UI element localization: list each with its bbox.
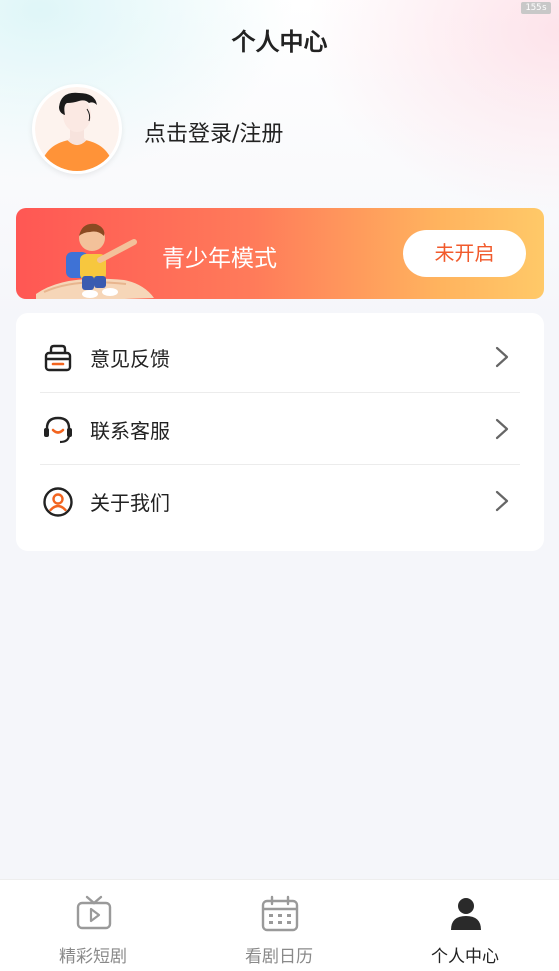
menu-item-contact-service[interactable]: 联系客服 (16, 393, 544, 465)
teen-mode-status-button[interactable]: 未开启 (403, 230, 526, 277)
menu-item-about-us[interactable]: 关于我们 (16, 465, 544, 537)
menu-card: 意见反馈 联系客服 关于我们 (16, 313, 544, 551)
tab-label: 精彩短剧 (59, 947, 127, 967)
chevron-right-icon (495, 418, 509, 440)
menu-item-label: 联系客服 (90, 419, 170, 443)
tab-drama-calendar[interactable]: 看剧日历 (186, 880, 372, 971)
tab-label: 个人中心 (431, 947, 499, 967)
menu-item-label: 意见反馈 (90, 347, 170, 371)
tab-short-drama[interactable]: 精彩短剧 (0, 880, 186, 971)
bottom-tab-bar: 精彩短剧 看剧日历 个人中心 (0, 879, 559, 971)
headset-icon (44, 416, 72, 444)
about-user-icon (43, 487, 73, 517)
teen-mode-banner[interactable]: 青少年模式 未开启 (16, 208, 544, 299)
person-icon (451, 898, 481, 930)
chevron-right-icon (495, 490, 509, 512)
calendar-icon (261, 895, 299, 932)
login-register-link[interactable]: 点击登录/注册 (144, 116, 283, 148)
teen-mode-label: 青少年模式 (162, 246, 277, 272)
boy-on-paper-plane-illustration (36, 223, 154, 299)
avatar[interactable] (32, 84, 122, 174)
user-avatar-illustration (35, 87, 119, 171)
menu-item-feedback[interactable]: 意见反馈 (16, 321, 544, 393)
tv-play-icon (76, 895, 112, 930)
feedback-icon (44, 344, 72, 372)
page-title: 个人中心 (231, 28, 328, 56)
status-time: 155s (521, 2, 551, 14)
menu-item-label: 关于我们 (90, 491, 170, 515)
chevron-right-icon (495, 346, 509, 368)
tab-personal-center[interactable]: 个人中心 (372, 880, 558, 971)
tab-label: 看剧日历 (245, 947, 313, 967)
